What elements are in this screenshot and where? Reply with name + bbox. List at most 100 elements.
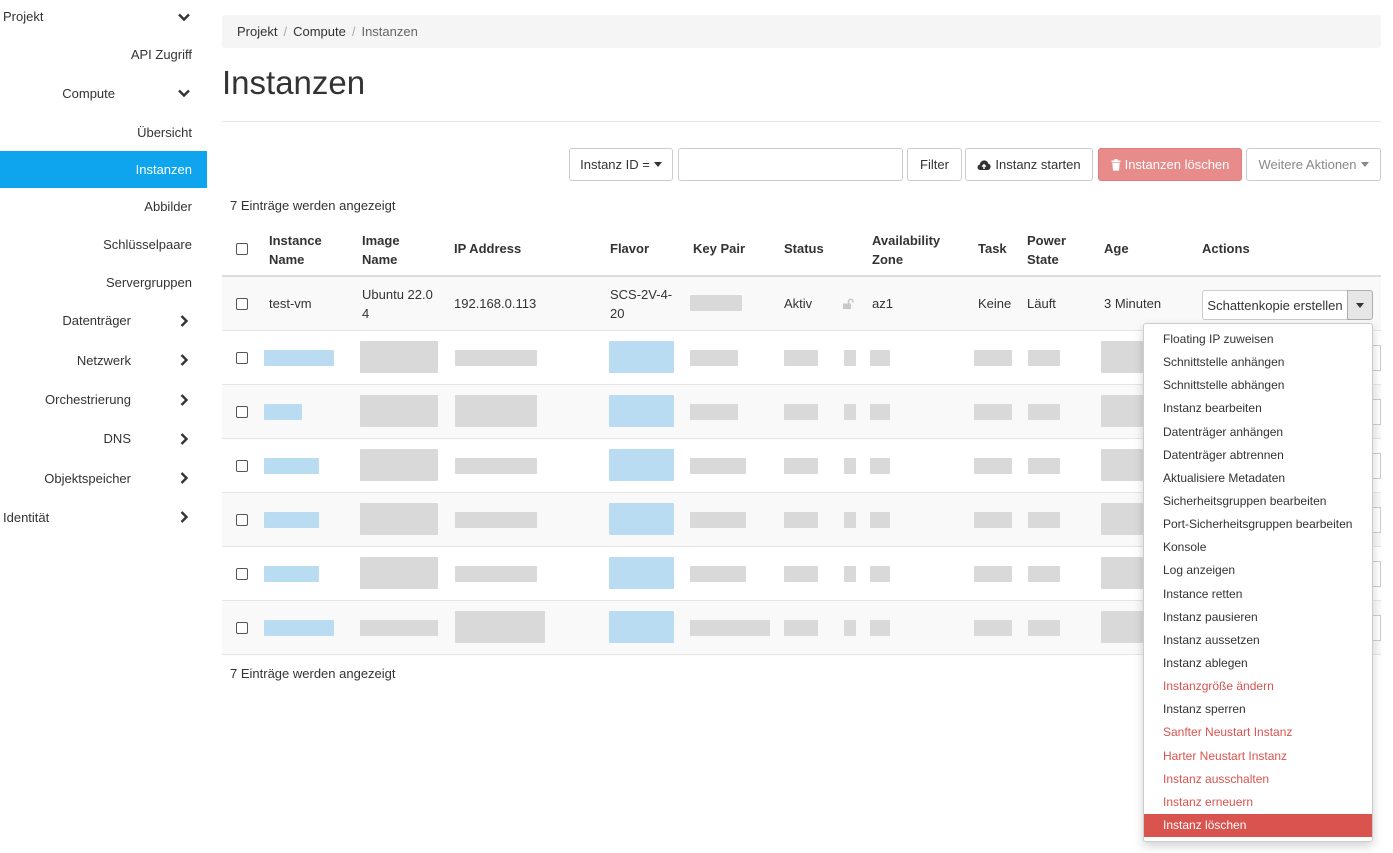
row-checkbox[interactable] (236, 352, 248, 364)
sidebar-item-label: DNS (103, 431, 131, 446)
redacted-zone (870, 566, 890, 582)
launch-instance-label: Instanz starten (995, 157, 1081, 172)
menu-item-edit-instance[interactable]: Instanz bearbeiten (1144, 397, 1372, 420)
age: 3 Minuten (1104, 296, 1162, 311)
chevron-right-icon (180, 393, 189, 406)
menu-item-detach-interface[interactable]: Schnittstelle abhängen (1144, 374, 1372, 397)
header-flavor[interactable]: Flavor (610, 239, 649, 258)
row-checkbox[interactable] (236, 406, 248, 418)
sidebar-item-abbilder[interactable]: Abbilder (0, 188, 207, 225)
flavor-link[interactable]: SCS-2V-4- 20 (610, 285, 672, 323)
entries-count-bottom: 7 Einträge werden angezeigt (230, 666, 396, 681)
header-age[interactable]: Age (1104, 239, 1129, 258)
cloud-upload-icon (977, 159, 991, 171)
menu-item-lock-instance[interactable]: Instanz sperren (1144, 698, 1372, 721)
row-checkbox[interactable] (236, 298, 248, 310)
more-actions-label: Weitere Aktionen (1258, 157, 1357, 172)
redacted-age (1101, 395, 1143, 427)
menu-item-update-metadata[interactable]: Aktualisiere Metadaten (1144, 467, 1372, 490)
menu-item-delete-instance[interactable]: Instanz löschen (1144, 813, 1372, 838)
menu-item-pause-instance[interactable]: Instanz pausieren (1144, 606, 1372, 629)
row-checkbox[interactable] (236, 514, 248, 526)
redacted-ip-address (455, 395, 537, 427)
chevron-right-icon (180, 432, 189, 445)
row-checkbox[interactable] (236, 622, 248, 634)
header-status[interactable]: Status (784, 239, 824, 258)
header-availability-zone[interactable]: Availability Zone (872, 231, 940, 269)
header-instance-name[interactable]: Instance Name (269, 231, 322, 269)
row-checkbox[interactable] (236, 568, 248, 580)
sidebar-item-label: Compute (62, 85, 115, 101)
menu-item-floating-ip[interactable]: Floating IP zuweisen (1144, 328, 1372, 351)
header-line: Availability (872, 233, 941, 248)
header-line: Image (362, 233, 400, 248)
sidebar-item-schluesselpaare[interactable]: Schlüsselpaare (0, 225, 207, 263)
menu-item-hard-reboot[interactable]: Harter Neustart Instanz (1144, 745, 1372, 768)
redacted-image-name (360, 449, 438, 481)
sidebar-item-objektspeicher[interactable]: Objektspeicher (0, 458, 207, 498)
menu-item-attach-volume[interactable]: Datenträger anhängen (1144, 421, 1372, 444)
divider (222, 121, 1381, 122)
menu-item-detach-volume[interactable]: Datenträger abtrennen (1144, 444, 1372, 467)
more-actions-button[interactable]: Weitere Aktionen (1246, 148, 1381, 181)
filter-button[interactable]: Filter (907, 148, 962, 181)
menu-item-soft-reboot[interactable]: Sanfter Neustart Instanz (1144, 721, 1372, 744)
sidebar-item-netzwerk[interactable]: Netzwerk (0, 340, 207, 380)
sidebar-item-dns[interactable]: DNS (0, 419, 207, 458)
redacted-instance-name (264, 620, 334, 636)
menu-item-console[interactable]: Konsole (1144, 536, 1372, 559)
filter-field-select[interactable]: Instanz ID = (569, 148, 673, 181)
caret-down-icon (653, 162, 662, 167)
filter-button-label: Filter (920, 157, 949, 172)
sidebar-item-datentraeger[interactable]: Datenträger (0, 301, 207, 340)
menu-item-attach-interface[interactable]: Schnittstelle anhängen (1144, 351, 1372, 374)
menu-item-rescue-instance[interactable]: Instance retten (1144, 583, 1372, 606)
header-image-name[interactable]: Image Name (362, 231, 400, 269)
actions-dropdown-toggle[interactable] (1347, 290, 1373, 320)
sidebar-item-projekt[interactable]: Projekt (0, 0, 207, 33)
create-snapshot-button[interactable]: Schattenkopie erstellen (1202, 290, 1348, 320)
redacted-key-pair (690, 512, 746, 528)
redacted-power-state (1028, 404, 1060, 420)
sidebar-item-servergruppen[interactable]: Servergruppen (0, 263, 207, 301)
delete-instances-button[interactable]: Instanzen löschen (1098, 148, 1242, 181)
menu-item-rebuild-instance[interactable]: Instanz erneuern (1144, 791, 1372, 814)
menu-item-shelve-instance[interactable]: Instanz ablegen (1144, 652, 1372, 675)
sidebar-item-label: Datenträger (62, 313, 131, 328)
redacted-task (974, 350, 1012, 366)
breadcrumb-projekt[interactable]: Projekt (237, 24, 277, 39)
sidebar-item-identitaet[interactable]: Identität (0, 498, 207, 536)
menu-item-shut-off-instance[interactable]: Instanz ausschalten (1144, 768, 1372, 791)
header-actions: Actions (1202, 241, 1250, 256)
image-name-line: 4 (362, 306, 370, 321)
launch-instance-button[interactable]: Instanz starten (965, 148, 1093, 181)
menu-item-view-log[interactable]: Log anzeigen (1144, 559, 1372, 582)
redacted-flavor (609, 611, 674, 643)
header-power-state[interactable]: Power State (1027, 231, 1066, 269)
instance-name-link[interactable]: test-vm (269, 294, 312, 313)
redacted-age (1101, 557, 1143, 589)
redacted-power-state (1028, 458, 1060, 474)
header-key-pair[interactable]: Key Pair (693, 239, 745, 258)
redacted-power-state (1028, 566, 1060, 582)
filter-input[interactable] (678, 148, 903, 181)
header-ip-address[interactable]: IP Address (454, 239, 521, 258)
header-task[interactable]: Task (978, 239, 1007, 258)
redacted-key-pair (690, 350, 738, 366)
sidebar-item-api-zugriff[interactable]: API Zugriff (0, 35, 207, 73)
menu-item-edit-security-groups[interactable]: Sicherheitsgruppen bearbeiten (1144, 490, 1372, 513)
redacted-age (1101, 611, 1143, 643)
sidebar-item-instanzen[interactable]: Instanzen (0, 151, 207, 188)
select-all-checkbox[interactable] (236, 243, 248, 255)
redacted-flavor (609, 341, 674, 373)
menu-item-suspend-instance[interactable]: Instanz aussetzen (1144, 629, 1372, 652)
row-checkbox[interactable] (236, 460, 248, 472)
sidebar-item-compute[interactable]: Compute (0, 73, 207, 113)
caret-down-icon (1360, 162, 1369, 167)
menu-item-edit-port-security-groups[interactable]: Port-Sicherheitsgruppen bearbeiten (1144, 513, 1372, 536)
sidebar-item-orchestrierung[interactable]: Orchestrierung (0, 380, 207, 419)
filter-field-label: Instanz ID = (580, 157, 650, 172)
sidebar-item-uebersicht[interactable]: Übersicht (0, 113, 207, 151)
menu-item-resize-instance[interactable]: Instanzgröße ändern (1144, 675, 1372, 698)
breadcrumb-compute[interactable]: Compute (293, 24, 346, 39)
